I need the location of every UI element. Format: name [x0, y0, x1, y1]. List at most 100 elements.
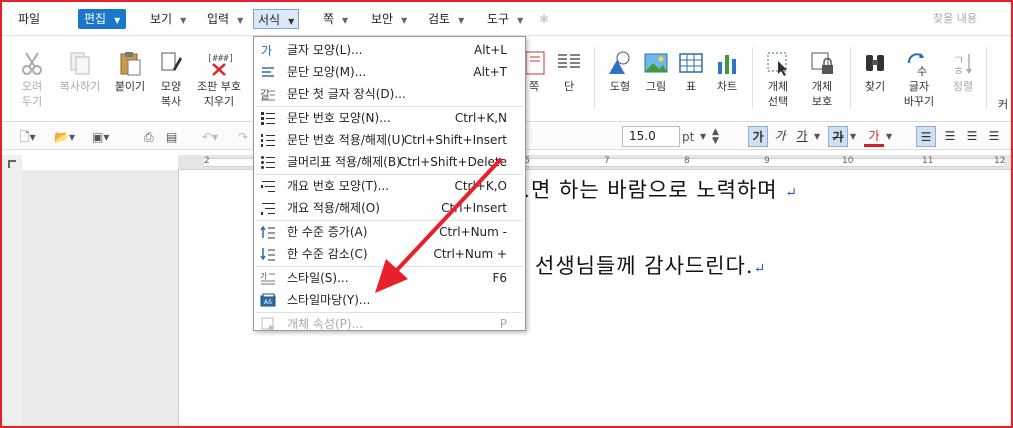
columns-button[interactable]: 단: [554, 49, 584, 94]
redo-icon[interactable]: ↷: [238, 128, 248, 146]
svg-text:AS: AS: [264, 299, 272, 306]
para-number-icon: [261, 112, 275, 125]
paragraph-mark-icon: ↵: [785, 185, 798, 201]
char-shape-icon: 가: [261, 44, 272, 58]
sort-button[interactable]: ㄱㅎ 정렬: [948, 49, 978, 94]
format-menu: 가 글자 모양(L)... Alt+L 문단 모양(M)... Alt+T 갈 문단…: [253, 36, 526, 331]
picture-button[interactable]: 그림: [640, 49, 672, 94]
object-select-icon: [764, 49, 792, 77]
table-label: 표: [685, 80, 697, 93]
chevron-down-icon[interactable]: ▼: [850, 128, 856, 146]
chevron-down-icon: ▼: [342, 16, 349, 25]
menu-item-style[interactable]: 가 스타일(S)... F6: [254, 267, 525, 289]
help-icon[interactable]: ✱: [539, 12, 549, 26]
strike-button[interactable]: 가: [828, 126, 848, 147]
chevron-down-icon[interactable]: ▼: [814, 128, 820, 146]
menu-item-level-down[interactable]: 한 수준 감소(C) Ctrl+Num +: [254, 243, 525, 265]
menu-item-outline-toggle[interactable]: 개요 적용/해제(O) Ctrl+Insert: [254, 197, 525, 219]
copy-label: 복사하기: [59, 80, 101, 93]
chevron-down-icon: ▼: [517, 16, 524, 25]
object-select-button[interactable]: 개체 선택: [758, 49, 798, 109]
undo-icon[interactable]: ↶▾: [202, 128, 218, 146]
menu-insert[interactable]: 입력 ▼: [203, 9, 247, 29]
menu-security[interactable]: 보안 ▼: [367, 9, 411, 29]
paste-label: 붙이기: [114, 80, 146, 93]
bullet-icon: [261, 156, 275, 169]
chevron-down-icon[interactable]: ▼: [886, 128, 892, 146]
svg-text:ㅎ: ㅎ: [953, 64, 964, 77]
align-center-icon[interactable]: ☰: [962, 126, 982, 147]
menu-format[interactable]: 서식 ▼: [253, 9, 300, 29]
align-right-icon[interactable]: ☰: [984, 126, 1004, 147]
page-number-icon: [522, 49, 550, 77]
font-size-field[interactable]: 15.0: [622, 126, 680, 147]
erase-marks-button[interactable]: [###] 조판 부호 지우기: [192, 49, 246, 109]
format-copy-label-2: 복사: [160, 95, 182, 108]
menu-item-para-number-shape[interactable]: 문단 번호 모양(N)... Ctrl+K,N: [254, 107, 525, 129]
chevron-down-icon: ▼: [288, 17, 295, 26]
menu-item-level-up[interactable]: 한 수준 증가(A) Ctrl+Num -: [254, 221, 525, 243]
dropcap-icon: 갈: [260, 87, 275, 101]
picture-label: 그림: [645, 80, 667, 93]
format-copy-button[interactable]: 모양 복사: [152, 49, 190, 109]
para-shape-icon: [262, 67, 274, 77]
object-protect-button[interactable]: 개체 보호: [802, 49, 842, 109]
find-button[interactable]: 찾기: [858, 49, 892, 94]
svg-text:가: 가: [260, 272, 268, 281]
italic-button[interactable]: 가: [770, 126, 790, 147]
menu-item-outline-number-shape[interactable]: 개요 번호 모양(T)... Ctrl+K,O: [254, 175, 525, 197]
paste-button[interactable]: 붙이기: [110, 49, 150, 94]
table-button[interactable]: 표: [676, 49, 706, 94]
unit-label: pt: [682, 130, 695, 144]
preview-icon[interactable]: ▤: [166, 128, 177, 146]
ruler-number: 2: [204, 156, 210, 166]
new-doc-icon[interactable]: 🗋▾: [20, 128, 36, 146]
menu-item-char-shape[interactable]: 가 글자 모양(L)... Alt+L: [254, 39, 525, 61]
ribbon-divider: [850, 47, 851, 109]
font-color-button[interactable]: 가: [864, 126, 884, 147]
menu-edit[interactable]: 편집 ▼: [78, 9, 127, 29]
align-justify-icon[interactable]: ☰: [916, 126, 936, 147]
menu-item-bullet-toggle[interactable]: 글머리표 적용/해제(B) Ctrl+Shift+Delete: [254, 151, 525, 173]
unit-dropdown-icon[interactable]: ▼: [700, 128, 706, 146]
print-icon[interactable]: ⎙: [144, 128, 154, 146]
table-icon: [677, 49, 705, 77]
menu-item-object-props[interactable]: 개체 속성(P)... P: [254, 313, 525, 335]
menu-item-para-number-toggle[interactable]: 문단 번호 적용/해제(U) Ctrl+Shift+Insert: [254, 129, 525, 151]
extra-button[interactable]: 커: [996, 97, 1010, 112]
shape-button[interactable]: 도형: [604, 49, 636, 94]
font-size-stepper[interactable]: ▲ ▼: [712, 128, 719, 146]
bold-button[interactable]: 가: [748, 126, 768, 147]
copy-icon: [66, 49, 94, 77]
columns-label: 단: [563, 80, 575, 93]
document-line-1: …면 하는 바람으로 노력하며 ↵: [509, 178, 798, 202]
find-input[interactable]: 찾을 내용: [927, 8, 1005, 30]
menu-review[interactable]: 검토 ▼: [424, 9, 468, 29]
level-down-icon: [260, 248, 275, 261]
ruler-number: 7: [604, 156, 610, 166]
menu-view[interactable]: 보기 ▼: [146, 9, 190, 29]
lock-icon: [808, 49, 836, 77]
menu-tools[interactable]: 도구 ▼: [483, 9, 527, 29]
menu-item-dropcap[interactable]: 갈 문단 첫 글자 장식(D)...: [254, 83, 525, 105]
menu-page[interactable]: 쪽 ▼: [319, 9, 352, 29]
ribbon-divider: [986, 47, 987, 109]
clipboard-icon: [116, 49, 144, 77]
underline-button[interactable]: 가: [792, 126, 812, 147]
outline-number-icon: [261, 181, 275, 192]
chart-button[interactable]: 차트: [710, 49, 744, 94]
object-props-icon: [261, 317, 274, 331]
open-folder-icon[interactable]: 📂▾: [54, 128, 75, 146]
save-icon[interactable]: ▣▾: [92, 128, 109, 146]
copy-button[interactable]: 복사하기: [54, 49, 106, 94]
sort-icon: ㄱㅎ: [949, 49, 977, 78]
menu-item-style-gallery[interactable]: AS 스타일마당(Y)...: [254, 289, 525, 311]
cut-button[interactable]: 오려 두기: [12, 49, 52, 109]
menu-item-para-shape[interactable]: 문단 모양(M)... Alt+T: [254, 61, 525, 83]
erase-marks-icon: [###]: [205, 49, 234, 77]
menu-file[interactable]: 파일: [14, 9, 44, 29]
replace-button[interactable]: 수 글자 바꾸기: [896, 49, 942, 109]
ruler-number: 9: [764, 156, 770, 166]
menubar: 파일 편집 ▼ 보기 ▼ 입력 ▼ 서식 ▼ 쪽 ▼ 보안 ▼ 검토 ▼ 도구 ▼ ✱ 찾을 내…: [2, 2, 1011, 36]
align-left-icon[interactable]: ☰: [940, 126, 960, 147]
